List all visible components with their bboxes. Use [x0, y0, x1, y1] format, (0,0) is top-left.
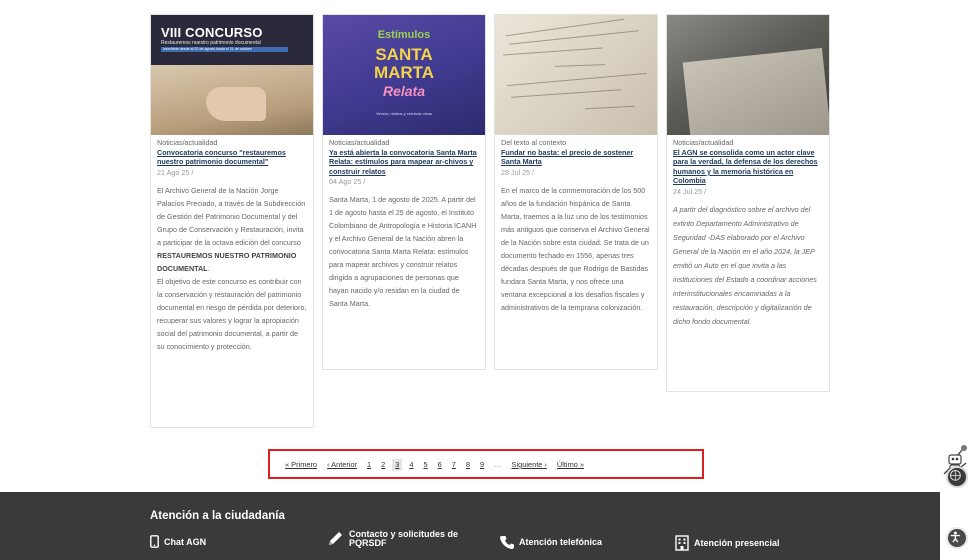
- summary-paragraph: El objetivo de este concurso es contribu…: [157, 275, 307, 353]
- pager-last[interactable]: Último »: [554, 459, 587, 471]
- card-summary: Santa Marta, 1 de agosto de 2025. A part…: [329, 195, 477, 309]
- summary-text: .: [207, 263, 210, 273]
- card-category: Noticias/actualidad: [157, 138, 218, 147]
- footer-atencion-presencial[interactable]: Atención presencial: [675, 535, 780, 551]
- thumb-date-bar: Inscríbete desde el 22 de agosto hasta e…: [161, 47, 288, 52]
- card-title-link[interactable]: El AGN se consolida como un actor clave …: [673, 148, 823, 186]
- hand-shape: [206, 87, 266, 121]
- footer-contacto-pqrsdf[interactable]: Contacto y solicitudes de PQRSDF: [326, 530, 476, 548]
- thumb-subtitle: Restauremos nuestro patrimonio documenta…: [161, 40, 261, 46]
- thumb-line: SANTA: [375, 45, 433, 64]
- card-thumbnail[interactable]: [667, 15, 829, 135]
- shield-icon[interactable]: [946, 466, 968, 488]
- pager-page-5[interactable]: 5: [421, 459, 431, 471]
- pager-next[interactable]: Siguiente ›: [509, 459, 550, 471]
- summary-text: El objetivo de este concurso es contribu…: [157, 276, 307, 351]
- pager-page-9[interactable]: 9: [477, 459, 487, 471]
- summary-text: El Archivo General de la Nación Jorge Pa…: [157, 185, 306, 247]
- card-category: Noticias/actualidad: [329, 138, 390, 147]
- card-date: 28 Jul 25 /: [501, 167, 535, 177]
- phone-icon: [500, 536, 514, 549]
- thumb-footer: Versos, relatos y crónicas vivas: [376, 111, 432, 116]
- card-summary: A partir del diagnóstico sobre el archiv…: [673, 204, 817, 326]
- pager-prev[interactable]: ‹ Anterior: [324, 459, 360, 471]
- thumb-line: Estímulos: [377, 29, 431, 41]
- accessibility-icon[interactable]: [946, 527, 968, 549]
- building-icon: [675, 535, 689, 551]
- pager-page-4[interactable]: 4: [406, 459, 416, 471]
- footer-chat-agn[interactable]: Chat AGN: [150, 535, 206, 548]
- pager-page-1[interactable]: 1: [364, 459, 374, 471]
- pager-page-8[interactable]: 8: [463, 459, 473, 471]
- news-card: Estímulos SANTA MARTA Relata Versos, rel…: [322, 14, 486, 370]
- card-thumbnail[interactable]: VIII CONCURSO Restauremos nuestro patrim…: [151, 15, 313, 135]
- pager-ellipsis: …: [494, 460, 502, 469]
- pager-page-2[interactable]: 2: [378, 459, 388, 471]
- footer-item-label: Atención presencial: [694, 538, 780, 548]
- pagination: « Primero ‹ Anterior 1 2 3 4 5 6 7 8 9 ……: [282, 459, 591, 471]
- card-category: Del texto al contexto: [501, 138, 567, 147]
- footer-item-label: Atención telefónica: [519, 537, 603, 547]
- news-card: Del texto al contexto Fundar no basta: e…: [494, 14, 658, 370]
- thumb-title: VIII CONCURSO: [161, 25, 263, 40]
- summary-bold: RESTAUREMOS NUESTRO PATRIMONIO DOCUMENTA…: [157, 250, 297, 273]
- footer-heading: Atención a la ciudadanía: [150, 510, 285, 522]
- card-title-link[interactable]: Ya está abierta la convocatoria Santa Ma…: [329, 148, 479, 176]
- pager-page-3-current[interactable]: 3: [392, 459, 403, 471]
- card-thumbnail[interactable]: [495, 15, 657, 135]
- card-title-link[interactable]: Fundar no basta: el precio de sostener S…: [501, 148, 651, 167]
- footer-item-label: Chat AGN: [164, 536, 207, 547]
- card-thumbnail[interactable]: Estímulos SANTA MARTA Relata Versos, rel…: [323, 15, 485, 135]
- card-date: 21 Ago 25 /: [157, 167, 194, 177]
- news-cards: VIII CONCURSO Restauremos nuestro patrim…: [150, 14, 832, 434]
- card-summary: En el marco de la conmemoración de los 5…: [501, 185, 650, 312]
- card-date: 04 Ago 25 /: [329, 177, 366, 187]
- pencil-icon: [329, 532, 342, 545]
- footer: Atención a la ciudadanía Chat AGN Contac…: [0, 492, 940, 560]
- card-date: 24 Jul 25 /: [673, 186, 707, 196]
- news-card: VIII CONCURSO Restauremos nuestro patrim…: [150, 14, 314, 428]
- mobile-phone-icon: [150, 535, 159, 548]
- card-category: Noticias/actualidad: [673, 138, 734, 147]
- footer-atencion-telefonica[interactable]: Atención telefónica: [500, 535, 602, 549]
- card-summary: El Archivo General de la Nación Jorge Pa…: [157, 184, 307, 353]
- summary-paragraph: El Archivo General de la Nación Jorge Pa…: [157, 184, 307, 275]
- card-title-link[interactable]: Convocatoria concurso "restauremos nuest…: [157, 148, 307, 167]
- document-photo: [682, 47, 829, 135]
- thumb-line: Relata: [382, 83, 426, 99]
- pager-first[interactable]: « Primero: [282, 459, 320, 471]
- pager-page-7[interactable]: 7: [449, 459, 459, 471]
- pager-page-6[interactable]: 6: [435, 459, 445, 471]
- footer-item-label: Contacto y solicitudes de PQRSDF: [349, 529, 459, 548]
- news-card: Noticias/actualidad El AGN se consolida …: [666, 14, 830, 392]
- thumb-line: MARTA: [373, 63, 435, 82]
